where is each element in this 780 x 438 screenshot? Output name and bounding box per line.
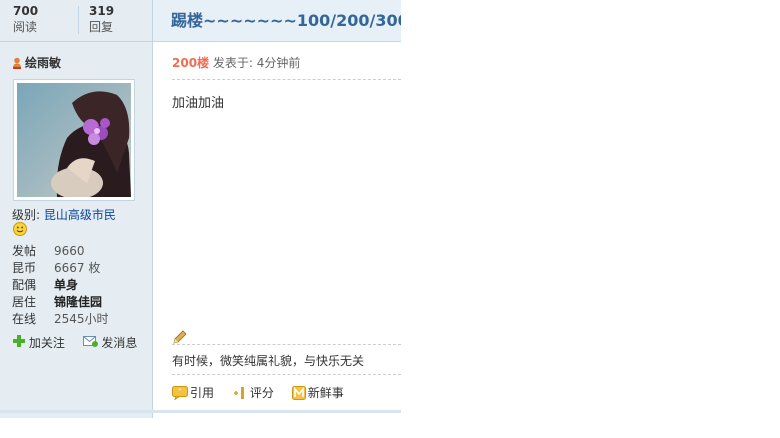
- profile-key: 在线: [12, 312, 37, 326]
- thread-title-bar: 踢楼~~~~~~~100/200/300 …: [153, 0, 401, 42]
- message-label[interactable]: 发消息: [101, 335, 137, 351]
- profile-value: 2545小时: [54, 312, 109, 326]
- level-value: 昆山高级市民: [43, 208, 116, 222]
- stats-divider: [78, 6, 79, 34]
- pencil-icon: [172, 329, 188, 348]
- profile-value: 6667 枚: [54, 261, 101, 275]
- profile-row-online: 在线 2545小时: [12, 311, 109, 328]
- username-row[interactable]: 绘雨敏: [12, 54, 61, 71]
- divider: [172, 344, 401, 345]
- user-level: 级别: 昆山高级市民: [12, 207, 116, 223]
- views-label: 阅读: [13, 20, 38, 34]
- post-actions: ” 引用 评分 新鲜事: [172, 384, 358, 402]
- news-icon: [291, 386, 306, 400]
- divider: [172, 79, 401, 80]
- views-count: 700: [13, 4, 39, 18]
- post-bottom-border: [0, 410, 401, 413]
- replies-label: 回复: [89, 20, 114, 34]
- message-button[interactable]: 发消息: [82, 334, 137, 351]
- plus-icon: [13, 334, 25, 351]
- profile-key: 居住: [12, 295, 37, 309]
- rate-label[interactable]: 评分: [250, 386, 274, 400]
- profile-value: 锦隆佳园: [54, 295, 103, 309]
- username[interactable]: 绘雨敏: [25, 56, 61, 70]
- forum-post-panel: 700 阅读 319 回复 绘雨敏 级别: 昆山高级市民 发帖 9660 昆币 …: [0, 0, 401, 418]
- profile-key: 发帖: [12, 244, 37, 258]
- replies-stat: 319 回复: [89, 4, 114, 36]
- profile-row-posts: 发帖 9660: [12, 243, 85, 260]
- replies-count: 319: [89, 4, 115, 18]
- level-prefix: 级别:: [12, 208, 44, 222]
- news-label[interactable]: 新鲜事: [308, 386, 344, 400]
- profile-value: 单身: [54, 278, 79, 292]
- profile-row-spouse: 配偶 单身: [12, 277, 78, 294]
- user-actions: 加关注 发消息: [13, 334, 137, 350]
- profile-key: 昆币: [12, 261, 37, 275]
- avatar[interactable]: [13, 79, 135, 201]
- rate-button[interactable]: 评分: [232, 384, 274, 401]
- svg-text:”: ”: [178, 388, 182, 397]
- news-button[interactable]: 新鲜事: [291, 384, 344, 401]
- quote-button[interactable]: ” 引用: [172, 384, 214, 401]
- post-time: 发表于: 4分钟前: [212, 56, 301, 70]
- post-content: 加油加油: [172, 96, 225, 111]
- user-icon: [12, 57, 22, 69]
- smile-icon: [13, 222, 27, 239]
- rate-icon: [233, 387, 244, 399]
- profile-row-residence: 居住 锦隆佳园: [12, 294, 102, 311]
- message-icon: [82, 335, 98, 351]
- thread-title[interactable]: 踢楼~~~~~~~100/200/300 …: [171, 7, 401, 31]
- follow-button[interactable]: 加关注: [13, 334, 65, 351]
- views-stat: 700 阅读: [13, 4, 38, 36]
- divider: [172, 374, 401, 375]
- user-sidebar: 700 阅读 319 回复 绘雨敏 级别: 昆山高级市民 发帖 9660 昆币 …: [0, 0, 153, 418]
- follow-label[interactable]: 加关注: [29, 335, 65, 351]
- quote-icon: ”: [172, 386, 188, 401]
- profile-row-coins: 昆币 6667 枚: [12, 260, 100, 277]
- quote-label[interactable]: 引用: [190, 386, 214, 400]
- signature: 有时候，微笑纯属礼貌，与快乐无关: [172, 354, 365, 368]
- floor-number[interactable]: 200楼: [172, 56, 209, 70]
- post-meta: 200楼 发表于: 4分钟前: [172, 54, 300, 71]
- profile-value: 9660: [54, 244, 85, 258]
- profile-key: 配偶: [12, 278, 37, 292]
- thread-stats: 700 阅读 319 回复: [0, 0, 152, 42]
